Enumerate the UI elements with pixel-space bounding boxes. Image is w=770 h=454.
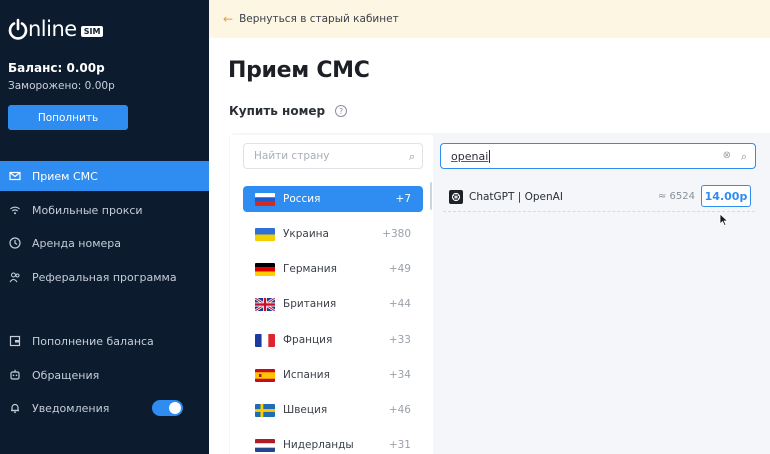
- clear-icon[interactable]: ⊗: [723, 150, 731, 161]
- service-search-input[interactable]: openai ⊗ ⌕: [440, 143, 756, 169]
- search-icon: ⌕: [408, 150, 415, 163]
- flag-nl-icon: [255, 438, 275, 452]
- clock-icon: [8, 236, 22, 250]
- arrow-left-icon: ←: [223, 12, 234, 26]
- help-icon[interactable]: ?: [335, 105, 348, 117]
- nav-item-balance-topup[interactable]: Пополнение баланса: [0, 326, 209, 356]
- balance: Баланс: 0.00р: [8, 61, 105, 75]
- flag-gb-icon: [255, 297, 275, 311]
- country-code: +33: [388, 334, 411, 346]
- country-name: Нидерланды: [283, 439, 354, 451]
- logo-text: nline: [28, 17, 77, 41]
- country-item-britain[interactable]: Британия +44: [243, 291, 423, 317]
- service-search-value: openai: [451, 149, 489, 163]
- nav-label: Аренда номера: [32, 236, 122, 250]
- country-item-sweden[interactable]: Швеция +46: [243, 397, 423, 423]
- country-name: Британия: [283, 298, 337, 310]
- country-item-russia[interactable]: Россия +7: [243, 186, 423, 212]
- nav-label: Обращения: [32, 368, 100, 382]
- users-icon: [8, 270, 22, 284]
- nav-item-rent[interactable]: Аренда номера: [0, 228, 209, 258]
- country-code: +49: [388, 263, 411, 275]
- sidebar: nline SIM Баланс: 0.00р Заморожено: 0.00…: [0, 0, 209, 454]
- logo[interactable]: nline SIM: [8, 14, 104, 44]
- country-name: Россия: [283, 193, 321, 205]
- topup-button[interactable]: Пополнить: [8, 105, 128, 130]
- buy-price-button[interactable]: 14.00р: [701, 185, 751, 207]
- toggle-knob: [169, 402, 181, 414]
- wifi-icon: [8, 203, 22, 217]
- country-item-spain[interactable]: Испания +34: [243, 362, 423, 388]
- nav-label: Реферальная программа: [32, 270, 177, 284]
- country-name: Испания: [283, 369, 330, 381]
- country-code: +380: [382, 228, 411, 240]
- country-item-netherlands[interactable]: Нидерланды +31: [243, 432, 423, 454]
- nav-item-proxies[interactable]: Мобильные прокси: [0, 195, 209, 225]
- section-title-text: Купить номер: [229, 104, 326, 118]
- bell-icon: [8, 401, 22, 415]
- service-name: ChatGPT | OpenAI: [469, 190, 563, 203]
- notifications-toggle[interactable]: [152, 400, 183, 416]
- logo-badge: SIM: [80, 25, 104, 37]
- page-title: Прием СМС: [228, 58, 370, 83]
- back-label: Вернуться в старый кабинет: [239, 13, 399, 25]
- scrollbar-thumb[interactable]: [430, 182, 432, 210]
- service-row-chatgpt[interactable]: ChatGPT | OpenAI ≈ 6524 14.00р: [443, 182, 755, 212]
- nav-label: Уведомления: [32, 401, 110, 415]
- nav-item-referral[interactable]: Реферальная программа: [0, 262, 209, 292]
- country-name: Германия: [283, 263, 337, 275]
- nav-item-support[interactable]: Обращения: [0, 360, 209, 390]
- country-code: +31: [388, 439, 411, 451]
- text-caret: [489, 149, 491, 163]
- country-code: +46: [388, 404, 411, 416]
- power-icon: [8, 18, 28, 40]
- section-title: Купить номер ?: [229, 104, 348, 118]
- country-code: +44: [388, 298, 411, 310]
- search-icon: ⌕: [740, 150, 747, 163]
- flag-es-icon: [255, 368, 275, 382]
- flag-ua-icon: [255, 227, 275, 241]
- country-item-france[interactable]: Франция +33: [243, 327, 423, 353]
- support-icon: [8, 368, 22, 382]
- country-item-ukraine[interactable]: Украина +380: [243, 221, 423, 247]
- country-code: +34: [388, 369, 411, 381]
- envelope-icon: [8, 169, 22, 183]
- wallet-icon: [8, 334, 22, 348]
- service-count: ≈ 6524: [657, 191, 695, 202]
- openai-icon: [449, 189, 463, 204]
- flag-ru-icon: [255, 192, 275, 206]
- flag-se-icon: [255, 403, 275, 417]
- back-to-old-cabinet-link[interactable]: ← Вернуться в старый кабинет: [209, 0, 770, 38]
- country-code: +7: [395, 193, 411, 205]
- country-name: Украина: [283, 228, 329, 240]
- country-name: Франция: [283, 334, 333, 346]
- mouse-cursor-icon: [719, 213, 729, 227]
- country-search-placeholder: Найти страну: [254, 150, 330, 162]
- flag-de-icon: [255, 262, 275, 276]
- nav-label: Пополнение баланса: [32, 334, 154, 348]
- nav-label: Прием СМС: [32, 169, 98, 183]
- flag-fr-icon: [255, 333, 275, 347]
- country-search-input[interactable]: Найти страну ⌕: [243, 143, 423, 169]
- country-item-germany[interactable]: Германия +49: [243, 256, 423, 282]
- nav-item-sms[interactable]: Прием СМС: [0, 161, 209, 191]
- country-name: Швеция: [283, 404, 328, 416]
- frozen-balance: Заморожено: 0.00р: [8, 80, 115, 92]
- nav-label: Мобильные прокси: [32, 203, 143, 217]
